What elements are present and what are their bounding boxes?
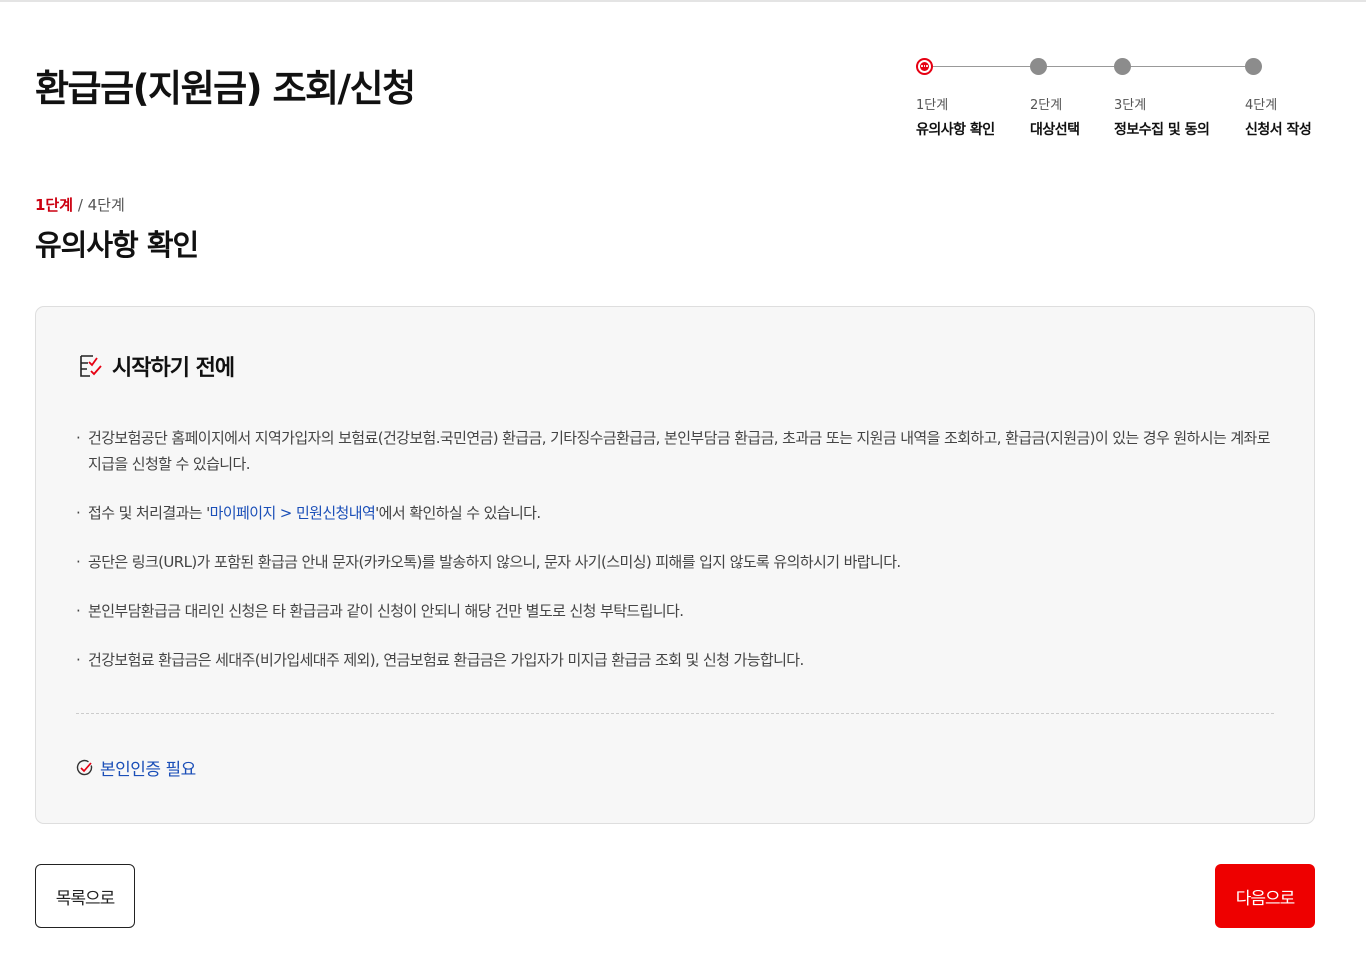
step-connector xyxy=(1131,66,1245,67)
notice-item: 접수 및 처리결과는 '마이페이지 > 민원신청내역'에서 확인하실 수 있습니… xyxy=(76,500,1276,526)
notice-item: 공단은 링크(URL)가 포함된 환급금 안내 문자(카카오톡)를 발송하지 않… xyxy=(76,549,1276,575)
next-button[interactable]: 다음으로 xyxy=(1215,864,1315,928)
step-2-number: 2단계 xyxy=(1030,98,1063,113)
step-4-number: 4단계 xyxy=(1245,98,1278,113)
step-3-number: 3단계 xyxy=(1114,98,1147,113)
notice-item: 본인부담환급금 대리인 신청은 타 환급금과 같이 신청이 안되니 해당 건만 … xyxy=(76,598,1276,624)
step-1-name: 유의사항 확인 xyxy=(916,122,995,138)
notice-box: 시작하기 전에 건강보험공단 홈페이지에서 지역가입자의 보험료(건강보험.국민… xyxy=(35,306,1315,824)
list-button[interactable]: 목록으로 xyxy=(35,864,135,928)
step-dot-2 xyxy=(1030,58,1047,75)
check-circle-icon xyxy=(76,759,93,775)
step-4-name: 신청서 작성 xyxy=(1245,122,1312,138)
step-separator: / xyxy=(73,196,88,214)
notice-item: 건강보험료 환급금은 세대주(비가입세대주 제외), 연금보험료 환급금은 가입… xyxy=(76,647,1276,673)
top-divider xyxy=(0,0,1366,2)
step-progress: 1단계 / 4단계 xyxy=(35,194,125,215)
auth-required: 본인인증 필요 xyxy=(76,755,196,780)
section-title: 유의사항 확인 xyxy=(35,228,199,262)
stepper: 1단계 2단계 3단계 4단계 유의사항 확인 대상선택 정보수집 및 동의 신… xyxy=(916,58,1326,148)
step-1-number: 1단계 xyxy=(916,98,949,113)
current-step: 1단계 xyxy=(35,196,74,214)
notice-title: 시작하기 전에 xyxy=(112,356,235,381)
checklist-icon xyxy=(80,355,102,377)
page-title: 환급금(지원금) 조회/신청 xyxy=(35,67,416,110)
notice-header: 시작하기 전에 xyxy=(78,349,235,383)
mypage-link[interactable]: 마이페이지 > 민원신청내역 xyxy=(210,504,376,522)
ellipsis-circle-icon xyxy=(916,58,933,75)
step-3-name: 정보수집 및 동의 xyxy=(1114,122,1210,138)
step-dot-4 xyxy=(1245,58,1262,75)
step-2-name: 대상선택 xyxy=(1030,122,1080,138)
auth-required-label: 본인인증 필요 xyxy=(100,760,196,780)
notice-item: 건강보험공단 홈페이지에서 지역가입자의 보험료(건강보험.국민연금) 환급금,… xyxy=(76,425,1276,477)
total-steps: 4단계 xyxy=(87,196,125,214)
step-connector xyxy=(933,66,1030,67)
step-dot-3 xyxy=(1114,58,1131,75)
dashed-divider xyxy=(76,713,1274,714)
notice-list: 건강보험공단 홈페이지에서 지역가입자의 보험료(건강보험.국민연금) 환급금,… xyxy=(76,425,1276,696)
step-connector xyxy=(1047,66,1114,67)
